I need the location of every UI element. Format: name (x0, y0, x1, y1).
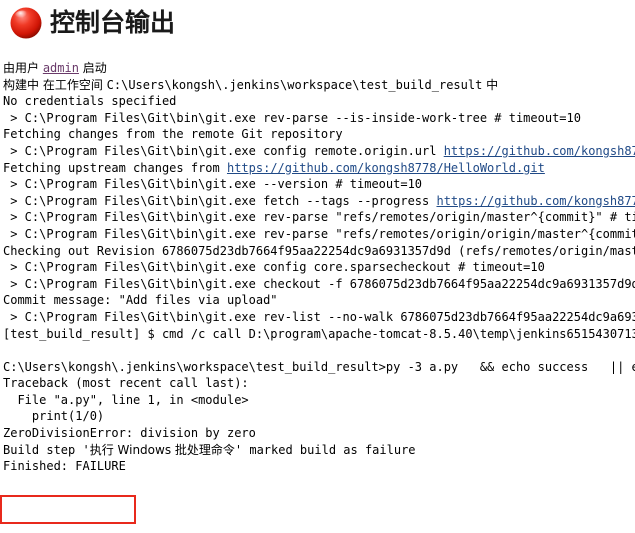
line-no-credentials: No credentials specified (3, 94, 177, 109)
building-suffix: 中 (482, 77, 499, 92)
line-git-config-sparsecheckout: > C:\Program Files\Git\bin\git.exe confi… (3, 260, 545, 275)
line-git-fetch-tags: > C:\Program Files\Git\bin\git.exe fetch… (3, 194, 635, 208)
fetching-upstream-text: Fetching upstream changes from (3, 160, 227, 175)
line-py-command: C:\Users\kongsh\.jenkins\workspace\test_… (3, 359, 635, 374)
console-output-body: 由用户 admin 启动 构建中 在工作空间 C:\Users\kongsh\.… (0, 60, 635, 533)
line-git-rev-list: > C:\Program Files\Git\bin\git.exe rev-l… (3, 309, 635, 324)
user-admin-link[interactable]: admin (43, 61, 79, 75)
line-cmd-call-tomcat-temp: [test_build_result] $ cmd /c call D:\pro… (3, 326, 635, 341)
line-started-by: 由用户 admin 启动 (3, 61, 107, 75)
build-step-name: 执行 Windows 批处理命令 (89, 442, 235, 457)
line-build-step-failure: Build step '执行 Windows 批处理命令' marked bui… (3, 443, 416, 457)
line-git-rev-parse-origin-origin-master: > C:\Program Files\Git\bin\git.exe rev-p… (3, 226, 635, 241)
started-by-prefix: 由用户 (3, 61, 43, 75)
red-ball-failure-icon (8, 5, 44, 41)
console-text: 由用户 admin 启动 构建中 在工作空间 C:\Users\kongsh\.… (0, 60, 635, 475)
line-git-config-remote-origin-url: > C:\Program Files\Git\bin\git.exe confi… (3, 144, 635, 158)
github-repo-link-3[interactable]: https://github.com/kongsh8778/HelloWo (436, 194, 635, 208)
building-prefix: 构建中 在工作空间 (3, 77, 107, 92)
git-fetch-text: > C:\Program Files\Git\bin\git.exe fetch… (3, 193, 437, 208)
git-config-remote-text: > C:\Program Files\Git\bin\git.exe confi… (3, 143, 444, 158)
line-zero-division-error: ZeroDivisionError: division by zero (3, 426, 256, 441)
line-traceback-source: print(1/0) (3, 409, 105, 424)
line-commit-message: Commit message: "Add files via upload" (3, 293, 278, 308)
line-git-rev-parse-origin-master: > C:\Program Files\Git\bin\git.exe rev-p… (3, 210, 635, 225)
build-step-prefix: Build step ' (3, 442, 90, 457)
started-by-suffix: 启动 (78, 61, 107, 75)
line-traceback-header: Traceback (most recent call last): (3, 376, 249, 391)
workspace-path: C:\Users\kongsh\.jenkins\workspace\test_… (106, 77, 483, 92)
line-fetching-upstream: Fetching upstream changes from https://g… (3, 161, 545, 175)
line-git-rev-parse-inside-work-tree: > C:\Program Files\Git\bin\git.exe rev-p… (3, 110, 581, 125)
page-header: 控制台输出 (0, 0, 635, 42)
line-git-checkout: > C:\Program Files\Git\bin\git.exe check… (3, 276, 635, 291)
line-building-workspace: 构建中 在工作空间 C:\Users\kongsh\.jenkins\works… (3, 78, 498, 92)
line-fetching-changes: Fetching changes from the remote Git rep… (3, 127, 343, 142)
line-git-version: > C:\Program Files\Git\bin\git.exe --ver… (3, 177, 423, 192)
line-finished-failure: Finished: FAILURE (3, 459, 126, 474)
console-output-page: 控制台输出 由用户 admin 启动 构建中 在工作空间 C:\Users\ko… (0, 0, 635, 533)
line-traceback-file: File "a.py", line 1, in <module> (3, 392, 249, 407)
build-step-suffix: ' marked build as failure (234, 442, 416, 457)
github-repo-link-1[interactable]: https://github.com/kongsh8778/HelloW (444, 144, 635, 158)
line-checking-out-revision: Checking out Revision 6786075d23db7664f9… (3, 243, 635, 258)
page-title: 控制台输出 (50, 8, 176, 37)
github-repo-link-2[interactable]: https://github.com/kongsh8778/HelloWorld… (227, 161, 545, 175)
